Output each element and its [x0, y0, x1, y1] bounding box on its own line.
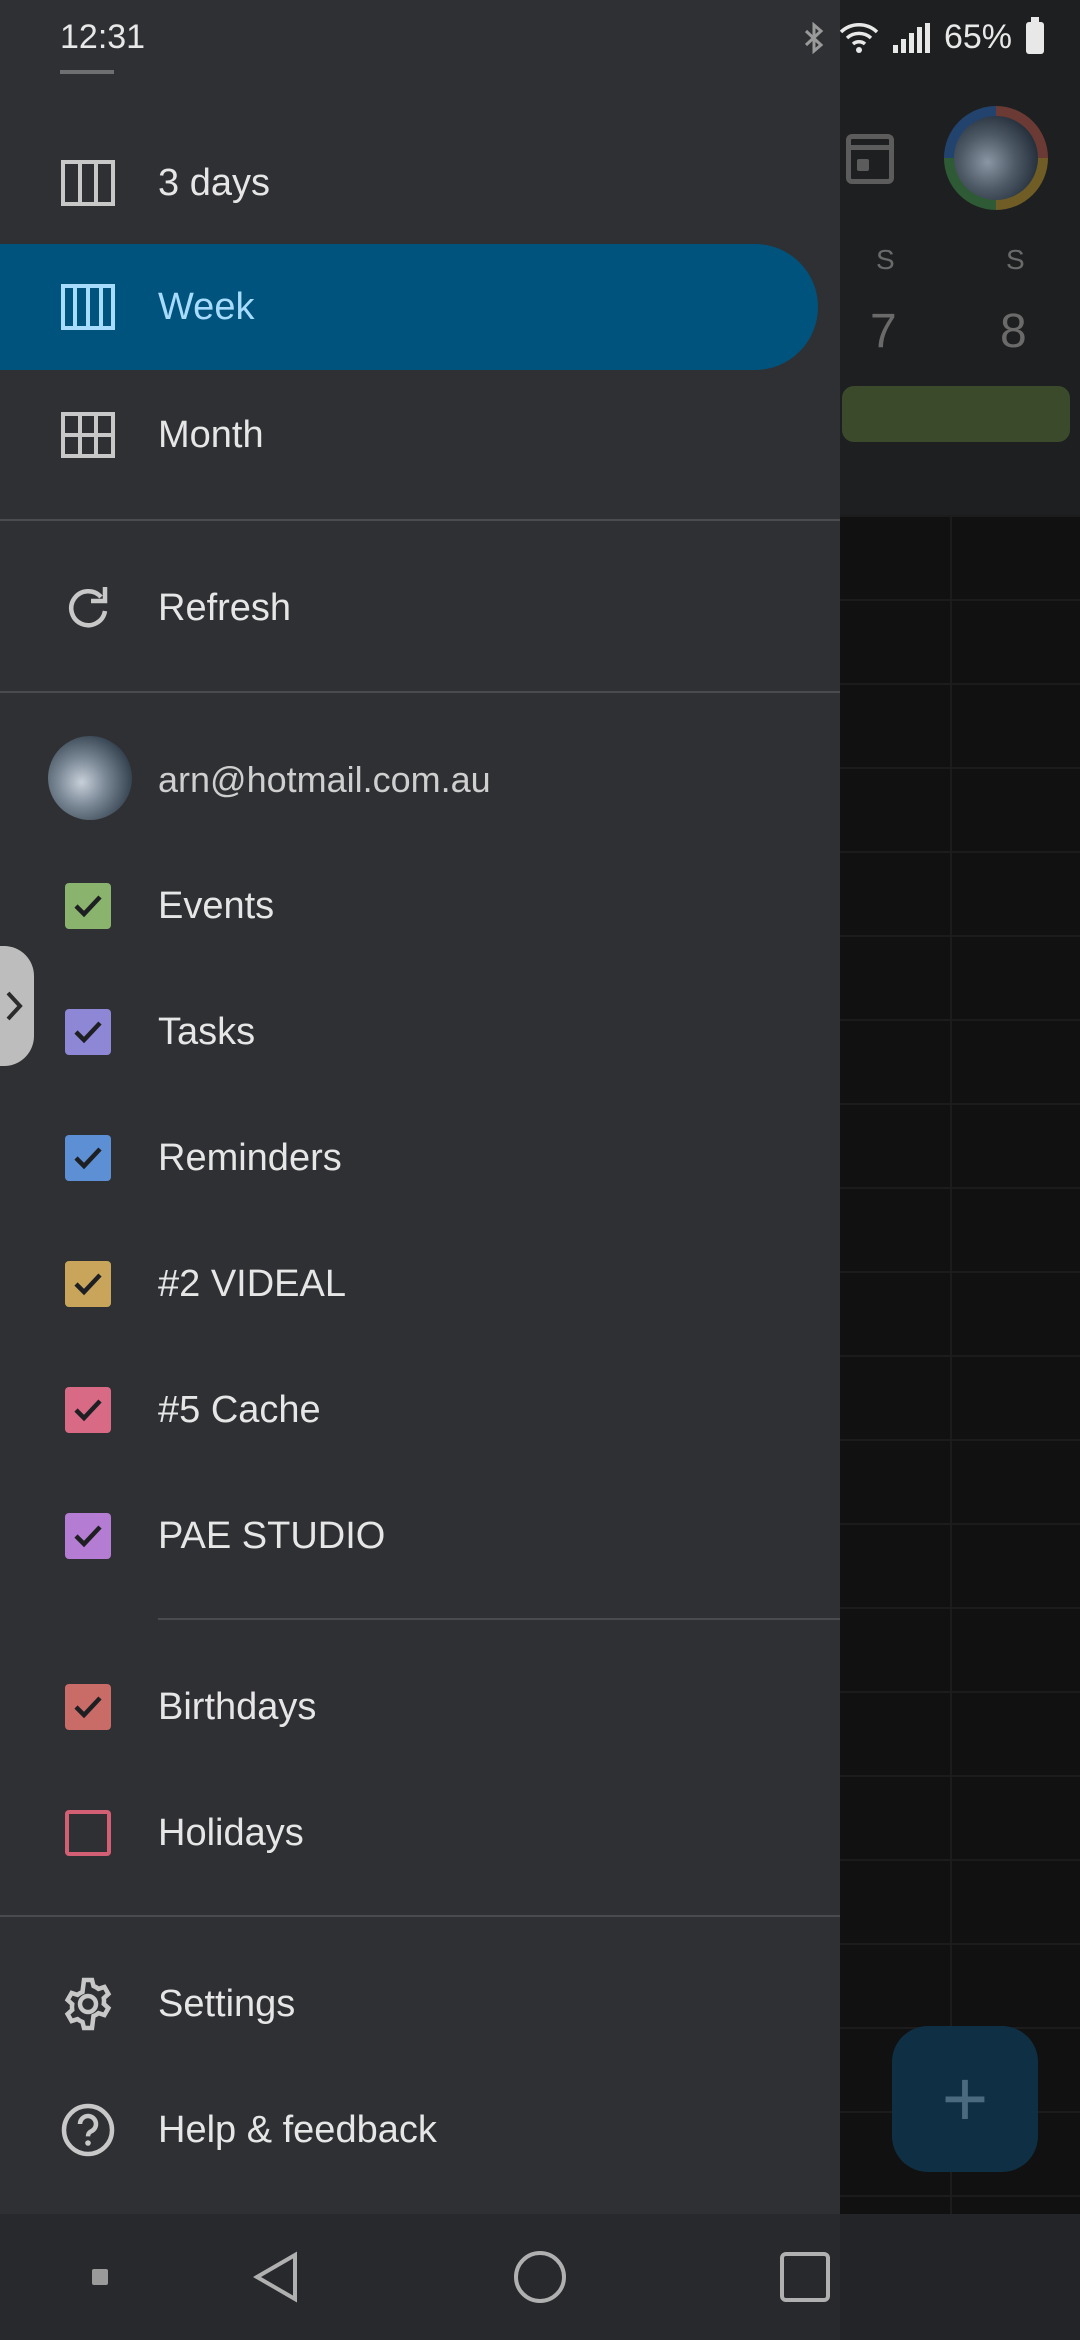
checkbox-checked-icon[interactable]	[65, 1684, 111, 1730]
calendar-toggle-2-videal[interactable]: #2 VIDEAL	[0, 1221, 840, 1347]
edge-panel-handle[interactable]	[0, 946, 34, 1066]
checkbox-unchecked-icon[interactable]	[65, 1810, 111, 1856]
divider	[0, 691, 840, 693]
checkbox-checked-icon[interactable]	[65, 1261, 111, 1307]
system-navigation-bar	[0, 2214, 1080, 2340]
calendar-label: Tasks	[158, 1010, 256, 1053]
day-number-8[interactable]: 8	[1000, 304, 1027, 359]
divider	[0, 1915, 840, 1917]
calendar-label: Birthdays	[158, 1685, 317, 1728]
calendar-label: #5 Cache	[158, 1388, 321, 1431]
calendar-label: Reminders	[158, 1136, 342, 1179]
status-bar: 12:31 65%	[0, 0, 1080, 76]
divider	[158, 1618, 840, 1620]
all-day-event[interactable]	[842, 386, 1070, 442]
back-icon[interactable]	[240, 2242, 310, 2312]
view-option-label: Week	[158, 285, 255, 328]
calendar-label: Events	[158, 884, 275, 927]
plus-icon: +	[941, 2054, 989, 2143]
three-column-icon	[60, 155, 116, 211]
calendar-toggle-events[interactable]: Events	[0, 843, 840, 969]
checkbox-checked-icon[interactable]	[65, 1009, 111, 1055]
status-icons: 65%	[803, 16, 1044, 57]
chevron-right-icon	[6, 991, 23, 1021]
settings-button[interactable]: Settings	[0, 1941, 840, 2067]
create-event-button[interactable]: +	[892, 2026, 1038, 2172]
account-row: arn@hotmail.com.au	[0, 717, 840, 843]
calendar-column-divider	[950, 515, 952, 2214]
bluetooth-icon	[804, 21, 824, 54]
calendar-toggle-pae-studio[interactable]: PAE STUDIO	[0, 1473, 840, 1599]
help-feedback-button[interactable]: Help & feedback	[0, 2067, 840, 2193]
refresh-label: Refresh	[158, 586, 292, 629]
wifi-icon	[839, 22, 879, 53]
calendar-label: #2 VIDEAL	[158, 1262, 346, 1305]
help-label: Help & feedback	[158, 2108, 437, 2151]
day-number-7[interactable]: 7	[870, 304, 897, 359]
calendar-toggle-reminders[interactable]: Reminders	[0, 1095, 840, 1221]
view-option-label: Month	[158, 413, 264, 456]
view-option-week[interactable]: Week	[0, 244, 840, 370]
checkbox-checked-icon[interactable]	[65, 1135, 111, 1181]
checkbox-checked-icon[interactable]	[65, 883, 111, 929]
battery-icon	[1026, 16, 1044, 54]
refresh-button[interactable]: Refresh	[0, 545, 840, 671]
day-label-saturday: S	[876, 244, 895, 275]
view-option-3-days[interactable]: 3 days	[0, 120, 840, 246]
divider	[0, 519, 840, 521]
calendar-label: Holidays	[158, 1811, 304, 1854]
calendar-toggle-birthdays[interactable]: Birthdays	[0, 1644, 840, 1770]
help-icon	[60, 2102, 116, 2158]
battery-percentage: 65%	[943, 18, 1012, 56]
gear-icon	[60, 1976, 116, 2032]
refresh-icon	[60, 580, 116, 636]
view-option-label: 3 days	[158, 161, 270, 204]
status-time: 12:31	[60, 18, 146, 56]
navigation-drawer: 3 days Week Month Refresh arn@hotmail.co…	[0, 0, 840, 2214]
checkbox-checked-icon[interactable]	[65, 1387, 111, 1433]
view-option-month[interactable]: Month	[0, 372, 840, 498]
today-calendar-icon[interactable]	[846, 134, 894, 184]
settings-label: Settings	[158, 1982, 296, 2025]
overview-icon[interactable]	[770, 2242, 840, 2312]
checkbox-checked-icon[interactable]	[65, 1513, 111, 1559]
calendar-toggle-5-cache[interactable]: #5 Cache	[0, 1347, 840, 1473]
account-email: arn@hotmail.com.au	[158, 759, 491, 800]
home-icon[interactable]	[505, 2242, 575, 2312]
signal-icon	[892, 22, 930, 53]
calendar-label: PAE STUDIO	[158, 1514, 386, 1557]
calendar-toggle-tasks[interactable]: Tasks	[0, 969, 840, 1095]
recents-dot-icon[interactable]	[65, 2242, 135, 2312]
week-columns-icon	[60, 279, 116, 335]
grid-icon	[60, 407, 116, 463]
day-label-sunday: S	[1006, 244, 1025, 275]
profile-avatar[interactable]	[954, 116, 1038, 200]
calendar-toggle-holidays[interactable]: Holidays	[0, 1770, 840, 1896]
